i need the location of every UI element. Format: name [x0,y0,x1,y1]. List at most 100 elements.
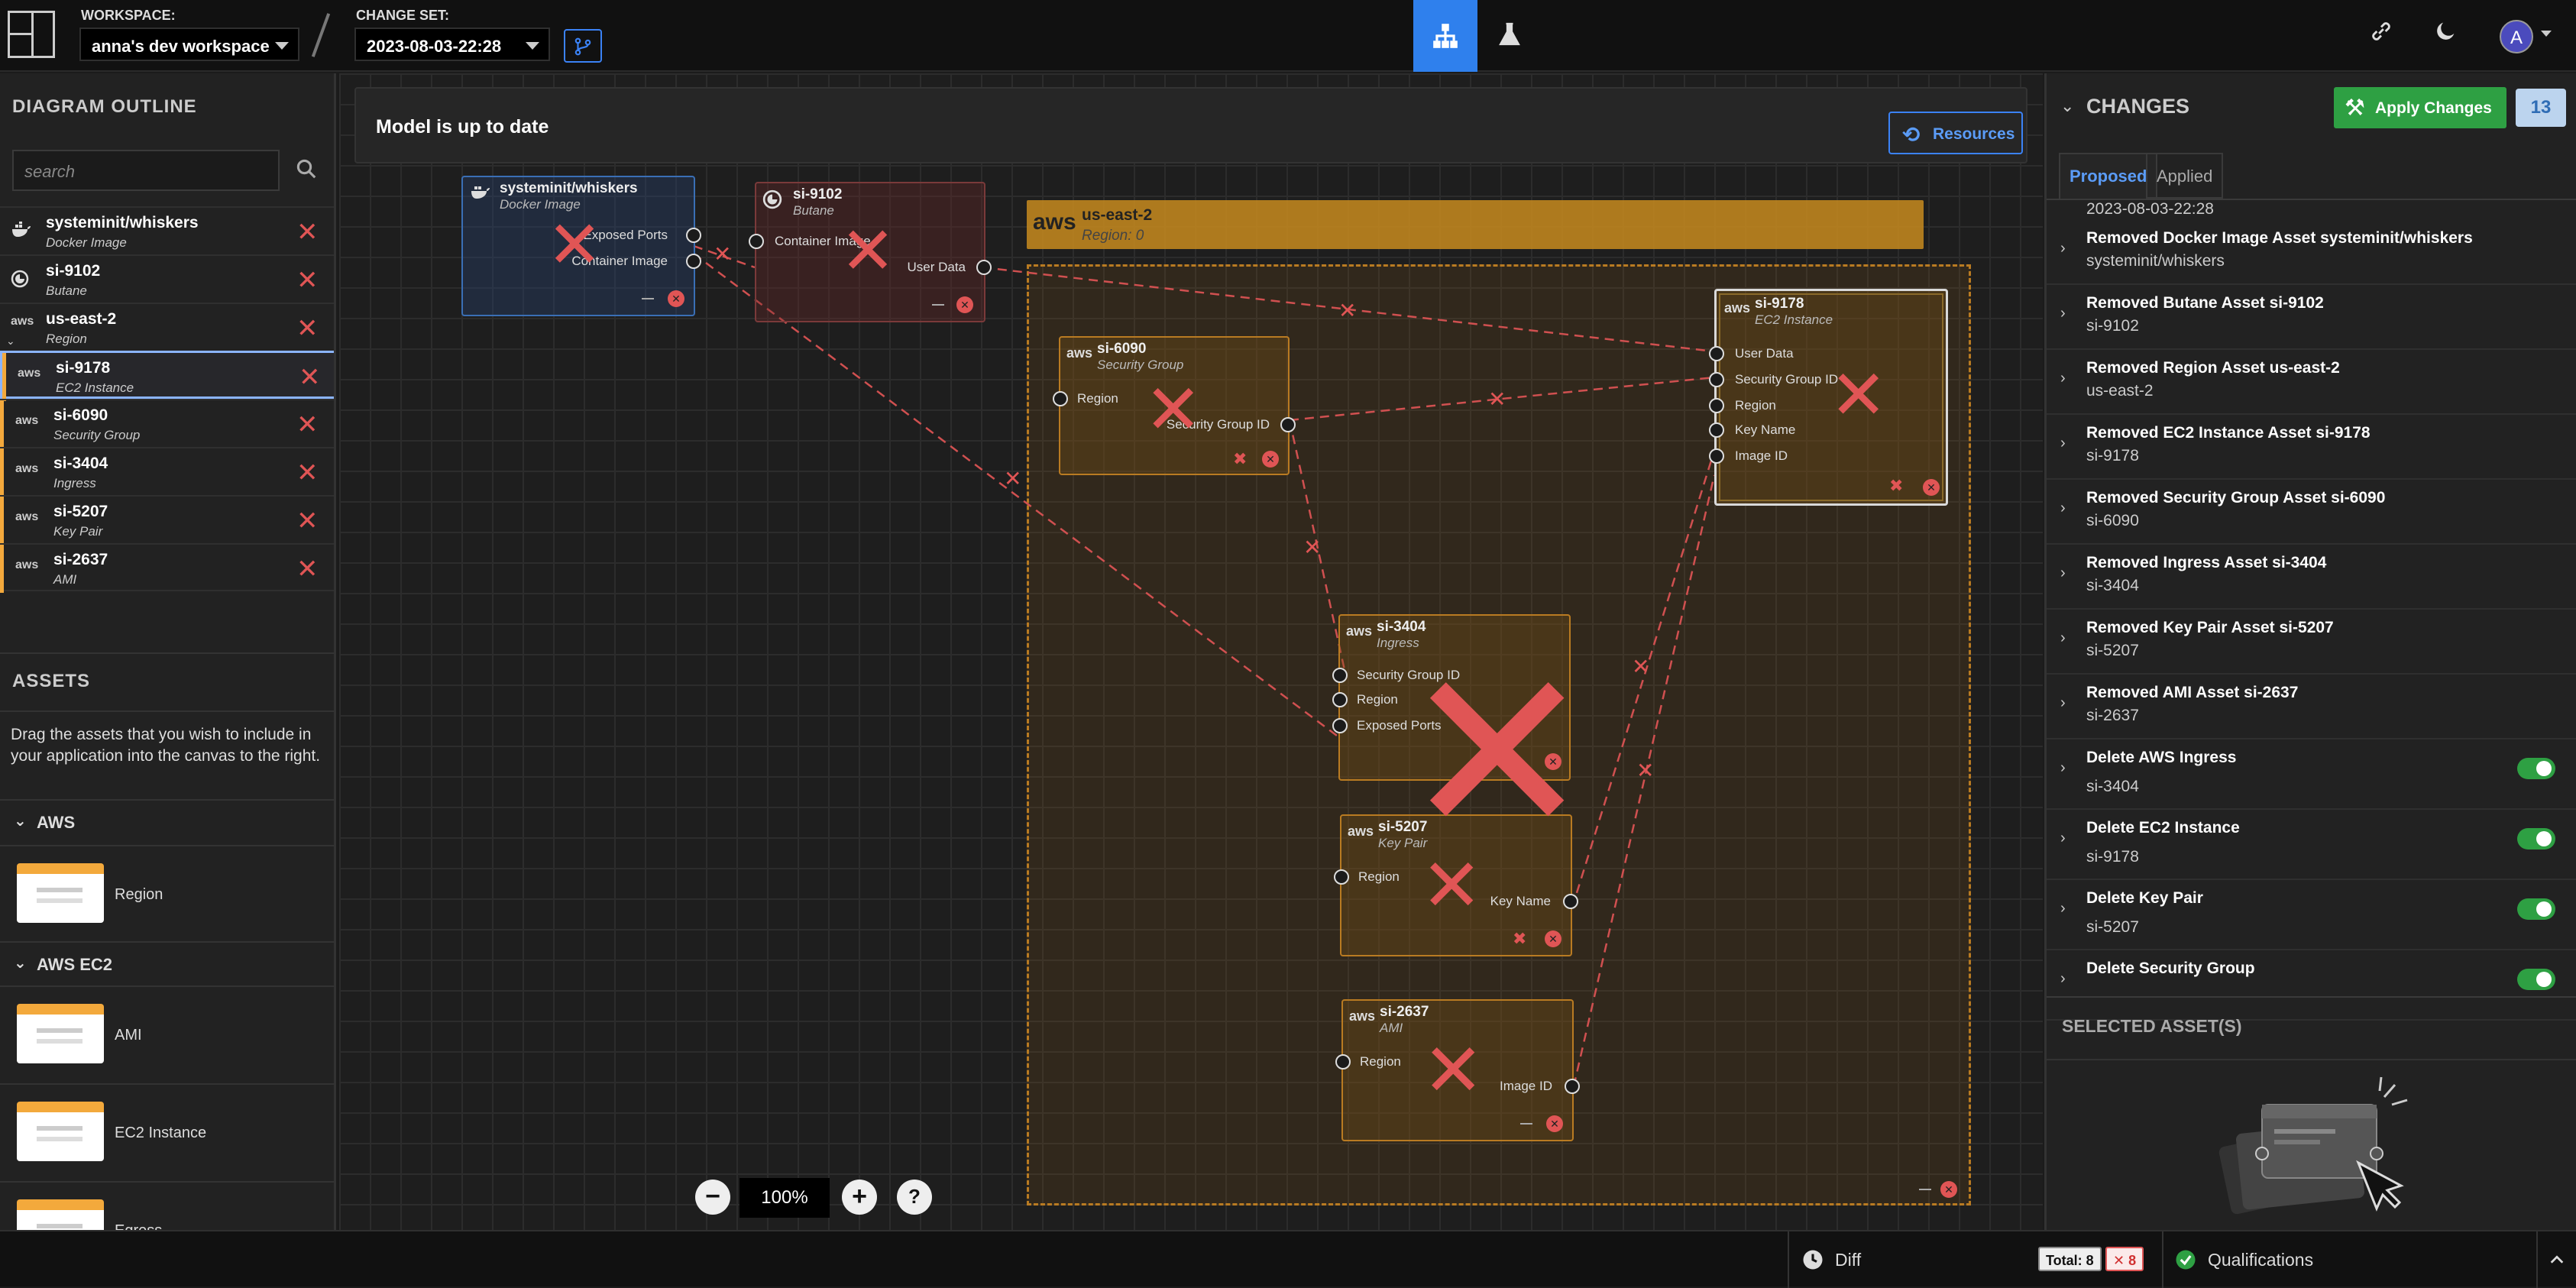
link-icon[interactable] [2368,18,2394,51]
socket-output[interactable] [976,260,992,275]
tab-applied[interactable]: Applied [2146,153,2224,199]
delete-icon[interactable]: ✕ [1545,930,1561,947]
git-branch-button[interactable] [564,29,602,63]
minimize-icon[interactable] [932,304,944,306]
socket-input[interactable] [1332,692,1348,707]
list-item[interactable]: › Removed Key Pair Asset si-5207 si-5207 [2047,610,2576,675]
socket-output[interactable] [686,254,701,269]
tab-proposed[interactable]: Proposed [2059,153,2158,199]
change-subtitle: si-6090 [2086,512,2139,529]
outline-item[interactable]: aws si-2637 AMI ✕ [0,543,334,593]
socket-input[interactable] [1053,391,1068,406]
list-item[interactable]: › Removed Ingress Asset si-3404 si-3404 [2047,545,2576,610]
socket-input[interactable] [749,234,764,249]
delete-icon[interactable]: ✕ [668,290,684,307]
outline-item[interactable]: aws si-5207 Key Pair ✕ [0,495,334,545]
list-item[interactable]: › Removed EC2 Instance Asset si-9178 si-… [2047,415,2576,480]
chevron-down-icon[interactable]: ⌄ [2060,96,2074,116]
outline-item[interactable]: aws ⌄ us-east-2 Region ✕ [0,303,334,351]
socket-input[interactable] [1332,668,1348,683]
delete-icon[interactable]: ✕ [296,554,319,584]
changeset-dropdown[interactable]: 2023-08-03-22:28 [354,28,550,61]
list-item[interactable]: › Removed AMI Asset si-2637 si-2637 [2047,675,2576,739]
help-button[interactable]: ? [897,1180,932,1215]
delete-icon[interactable]: ✕ [956,296,973,313]
delete-icon[interactable]: ✕ [296,506,319,536]
outline-item[interactable]: aws si-3404 Ingress ✕ [0,447,334,497]
asset-item-region[interactable]: Region [0,845,334,943]
socket-input[interactable] [1709,398,1724,413]
list-item[interactable]: › Delete Security Group [2047,950,2576,1021]
node-docker-image[interactable]: systeminit/whiskers Docker Image Exposed… [461,176,701,316]
socket-output[interactable] [686,228,701,243]
list-item[interactable]: › Removed Docker Image Asset systeminit/… [2047,220,2576,285]
socket-input[interactable] [1709,422,1724,438]
list-item[interactable]: › Removed Butane Asset si-9102 si-9102 [2047,285,2576,350]
expand-status-bar-button[interactable] [2536,1231,2576,1288]
list-item[interactable]: › Delete Key Pair si-5207 [2047,880,2576,950]
change-toggle[interactable] [2517,828,2555,849]
outline-item-name: si-5207 [53,503,108,520]
diagram-canvas[interactable]: Model is up to date ⟲ Resources aws us-e… [339,73,2043,1230]
socket-input[interactable] [1332,718,1348,733]
socket-input[interactable] [1709,448,1724,464]
chevron-down-icon[interactable]: ⌄ [6,335,15,348]
delete-icon[interactable]: ✕ [296,265,319,296]
outline-item[interactable]: aws si-6090 Security Group ✕ [0,399,334,448]
delete-icon[interactable]: ✕ [1262,451,1279,468]
delete-icon[interactable]: ✕ [296,217,319,248]
change-toggle[interactable] [2517,758,2555,779]
outline-item[interactable]: si-9102 Butane ✕ [0,254,334,303]
socket-input[interactable] [1709,372,1724,387]
delete-mark-icon: ✕ [1422,1030,1484,1112]
minimize-icon[interactable] [642,298,654,299]
socket-label: Region [1735,398,1776,413]
qualifications-status[interactable]: Qualifications [2162,1231,2536,1288]
outline-search-input[interactable]: search [12,150,280,191]
socket-input[interactable] [1334,869,1349,885]
asset-item-ec2-instance[interactable]: EC2 Instance [0,1083,334,1181]
diff-status[interactable]: Diff Total: 8 ✕ 8 [1788,1231,2162,1288]
list-item[interactable]: › Removed Security Group Asset si-6090 s… [2047,480,2576,545]
assets-description: Drag the assets that you wish to include… [11,726,321,765]
node-ec2-instance[interactable]: aws si-9178 EC2 Instance User Data Secur… [1709,289,1948,506]
asset-category-aws-ec2[interactable]: ⌄ AWS EC2 [0,941,334,984]
socket-output[interactable] [1280,417,1296,432]
chevron-down-icon[interactable] [2541,31,2552,37]
node-security-group[interactable]: aws si-6090 Security Group Region Securi… [1053,336,1296,475]
outline-item-selected[interactable]: aws si-9178 EC2 Instance ✕ [0,351,334,401]
asset-category-aws[interactable]: ⌄ AWS [0,801,334,843]
node-ami[interactable]: aws si-2637 AMI Region Image ID ✕ ✕ [1335,999,1580,1141]
delete-icon[interactable]: ✕ [296,409,319,440]
list-item[interactable]: › Delete AWS Ingress si-3404 [2047,739,2576,810]
workspace-dropdown[interactable]: anna's dev workspace [79,28,299,61]
moon-icon[interactable] [2432,18,2458,51]
outline-item[interactable]: systeminit/whiskers Docker Image ✕ [0,206,334,254]
zoom-out-button[interactable]: − [695,1180,730,1215]
delete-icon[interactable]: ✕ [296,458,319,488]
system-initiative-logo-icon[interactable] [8,11,55,58]
delete-icon[interactable]: ✕ [296,313,319,344]
asset-item-egress[interactable]: Egress [0,1181,334,1230]
socket-input[interactable] [1335,1054,1351,1070]
zoom-in-button[interactable]: + [842,1180,877,1215]
socket-output[interactable] [1565,1079,1580,1094]
chevron-up-icon [2550,1255,2564,1264]
delete-icon[interactable]: ✕ [1546,1115,1563,1132]
delete-icon[interactable]: ✕ [299,362,321,393]
tab-model[interactable] [1413,0,1477,72]
asset-item-ami[interactable]: AMI [0,985,334,1083]
list-item[interactable]: › Delete EC2 Instance si-9178 [2047,810,2576,880]
socket-input[interactable] [1709,346,1724,361]
socket-output[interactable] [1563,894,1578,909]
search-icon[interactable] [295,157,318,180]
minimize-icon[interactable] [1520,1123,1532,1125]
node-butane[interactable]: si-9102 Butane Container Image User Data… [749,182,992,322]
tab-lab[interactable] [1477,0,1542,72]
change-toggle[interactable] [2517,898,2555,920]
apply-changes-button[interactable]: ⚒ Apply Changes [2334,87,2506,128]
change-toggle[interactable] [2517,969,2555,990]
list-item[interactable]: › Removed Region Asset us-east-2 us-east… [2047,350,2576,415]
delete-icon[interactable]: ✕ [1923,479,1940,496]
user-avatar[interactable]: A [2500,20,2533,53]
